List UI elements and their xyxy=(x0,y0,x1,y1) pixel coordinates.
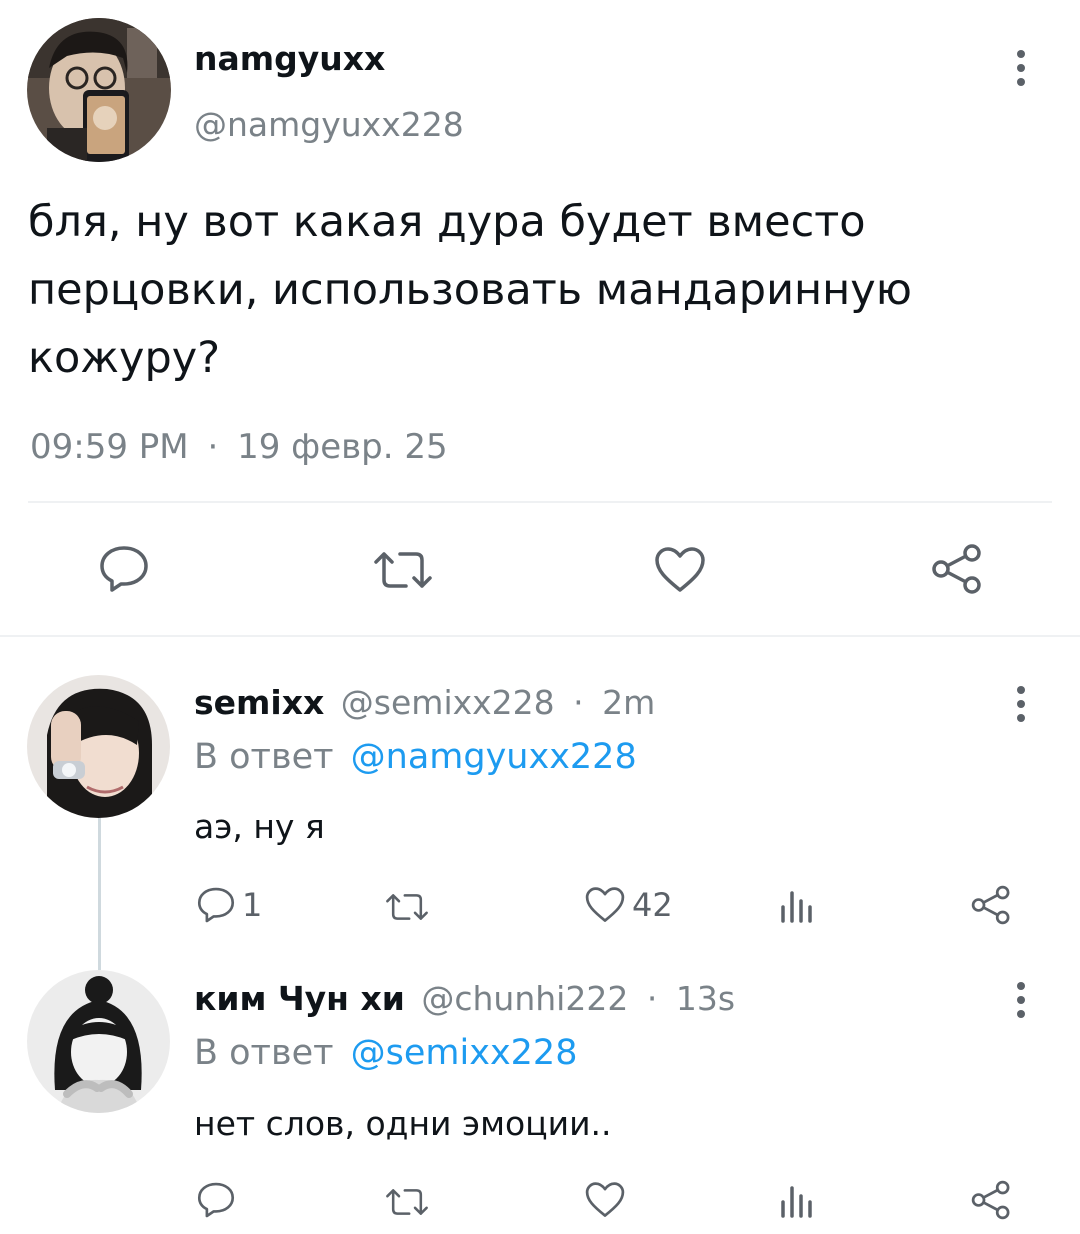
replying-to-link[interactable]: @semixx228 xyxy=(351,1033,578,1073)
separator: · xyxy=(646,979,658,1018)
tweet-text: бля, ну вот какая дура будет вместо перц… xyxy=(28,188,912,392)
reply-button[interactable] xyxy=(98,544,150,594)
retweet-button[interactable] xyxy=(372,548,434,592)
like-button[interactable] xyxy=(584,1181,626,1219)
like-button[interactable]: 42 xyxy=(584,886,673,924)
replying-to: В ответ @namgyuxx228 xyxy=(194,734,637,780)
bar-chart-icon xyxy=(781,1186,812,1218)
replying-to-prefix: В ответ xyxy=(194,737,334,777)
reply-text: аэ, ну я xyxy=(194,807,325,846)
heart-icon xyxy=(585,887,625,922)
reply-text: нет слов, одни эмоции.. xyxy=(194,1104,612,1143)
dot xyxy=(1017,78,1025,86)
section-divider xyxy=(0,635,1080,637)
replying-to: В ответ @semixx228 xyxy=(194,1030,577,1076)
thread-connector-line xyxy=(98,818,101,970)
retweet-arrows-icon xyxy=(386,894,428,920)
avatar-image xyxy=(27,18,171,162)
reply-display-name[interactable]: semixx xyxy=(194,683,324,722)
tweet-text-line: перцовки, использовать мандаринную xyxy=(28,265,912,315)
separator: · xyxy=(573,683,584,722)
stats-button[interactable] xyxy=(778,887,816,923)
dot xyxy=(1017,686,1025,694)
reply-age: 2m xyxy=(602,683,656,722)
share-nodes-icon xyxy=(971,885,1010,925)
retweet-button[interactable] xyxy=(384,1186,430,1218)
like-button[interactable] xyxy=(653,546,707,594)
replying-to-link[interactable]: @namgyuxx228 xyxy=(351,737,637,777)
bar-chart-icon xyxy=(781,891,812,923)
avatar-chunhi[interactable] xyxy=(27,970,170,1113)
heart-icon xyxy=(655,547,705,592)
avatar-image xyxy=(27,675,170,818)
speech-bubble-icon xyxy=(197,887,235,923)
share-button[interactable] xyxy=(970,1179,1012,1221)
reply-header: ким Чун хи @chunhi222 · 13s xyxy=(194,977,735,1021)
speech-bubble-icon xyxy=(197,1182,235,1218)
share-nodes-icon xyxy=(932,544,981,594)
stats-button[interactable] xyxy=(778,1182,816,1218)
tweet-time: 09:59 PM xyxy=(30,427,189,467)
retweet-arrows-icon xyxy=(374,552,432,588)
avatar-image xyxy=(27,970,170,1113)
like-count: 42 xyxy=(632,886,673,924)
dot xyxy=(1017,714,1025,722)
separator: · xyxy=(207,427,219,467)
more-options-icon[interactable] xyxy=(1016,686,1026,722)
dot xyxy=(1017,982,1025,990)
reply-handle[interactable]: @semixx228 xyxy=(341,683,555,722)
share-nodes-icon xyxy=(971,1180,1010,1220)
more-options-icon[interactable] xyxy=(1016,50,1026,86)
replying-to-prefix: В ответ xyxy=(194,1033,334,1073)
reply-button[interactable]: 1 xyxy=(196,886,262,924)
tweet-text-line: кожуру? xyxy=(28,333,221,383)
dot xyxy=(1017,700,1025,708)
share-button[interactable] xyxy=(930,542,984,596)
dot xyxy=(1017,1010,1025,1018)
retweet-button[interactable] xyxy=(384,891,430,923)
heart-icon xyxy=(585,1182,625,1217)
tweet-date: 19 февр. 25 xyxy=(237,427,448,467)
retweet-arrows-icon xyxy=(386,1189,428,1215)
more-options-icon[interactable] xyxy=(1016,982,1026,1018)
avatar-semixx[interactable] xyxy=(27,675,170,818)
author-display-name[interactable]: namgyuxx xyxy=(194,38,385,80)
reply-handle[interactable]: @chunhi222 xyxy=(421,979,628,1018)
avatar-namgyuxx[interactable] xyxy=(27,18,171,162)
reply-display-name[interactable]: ким Чун хи xyxy=(194,979,405,1018)
speech-bubble-icon xyxy=(100,546,148,592)
reply-button[interactable] xyxy=(196,1181,236,1219)
tweet-timestamp[interactable]: 09:59 PM · 19 февр. 25 xyxy=(30,425,448,469)
dot xyxy=(1017,996,1025,1004)
timestamp-divider xyxy=(28,501,1052,503)
reply-header: semixx @semixx228 · 2m xyxy=(194,681,655,725)
share-button[interactable] xyxy=(970,884,1012,926)
reply-count: 1 xyxy=(242,886,263,924)
tweet-text-line: бля, ну вот какая дура будет вместо xyxy=(28,197,866,247)
author-handle[interactable]: @namgyuxx228 xyxy=(194,104,464,146)
reply-age: 13s xyxy=(675,979,736,1018)
dot xyxy=(1017,64,1025,72)
dot xyxy=(1017,50,1025,58)
